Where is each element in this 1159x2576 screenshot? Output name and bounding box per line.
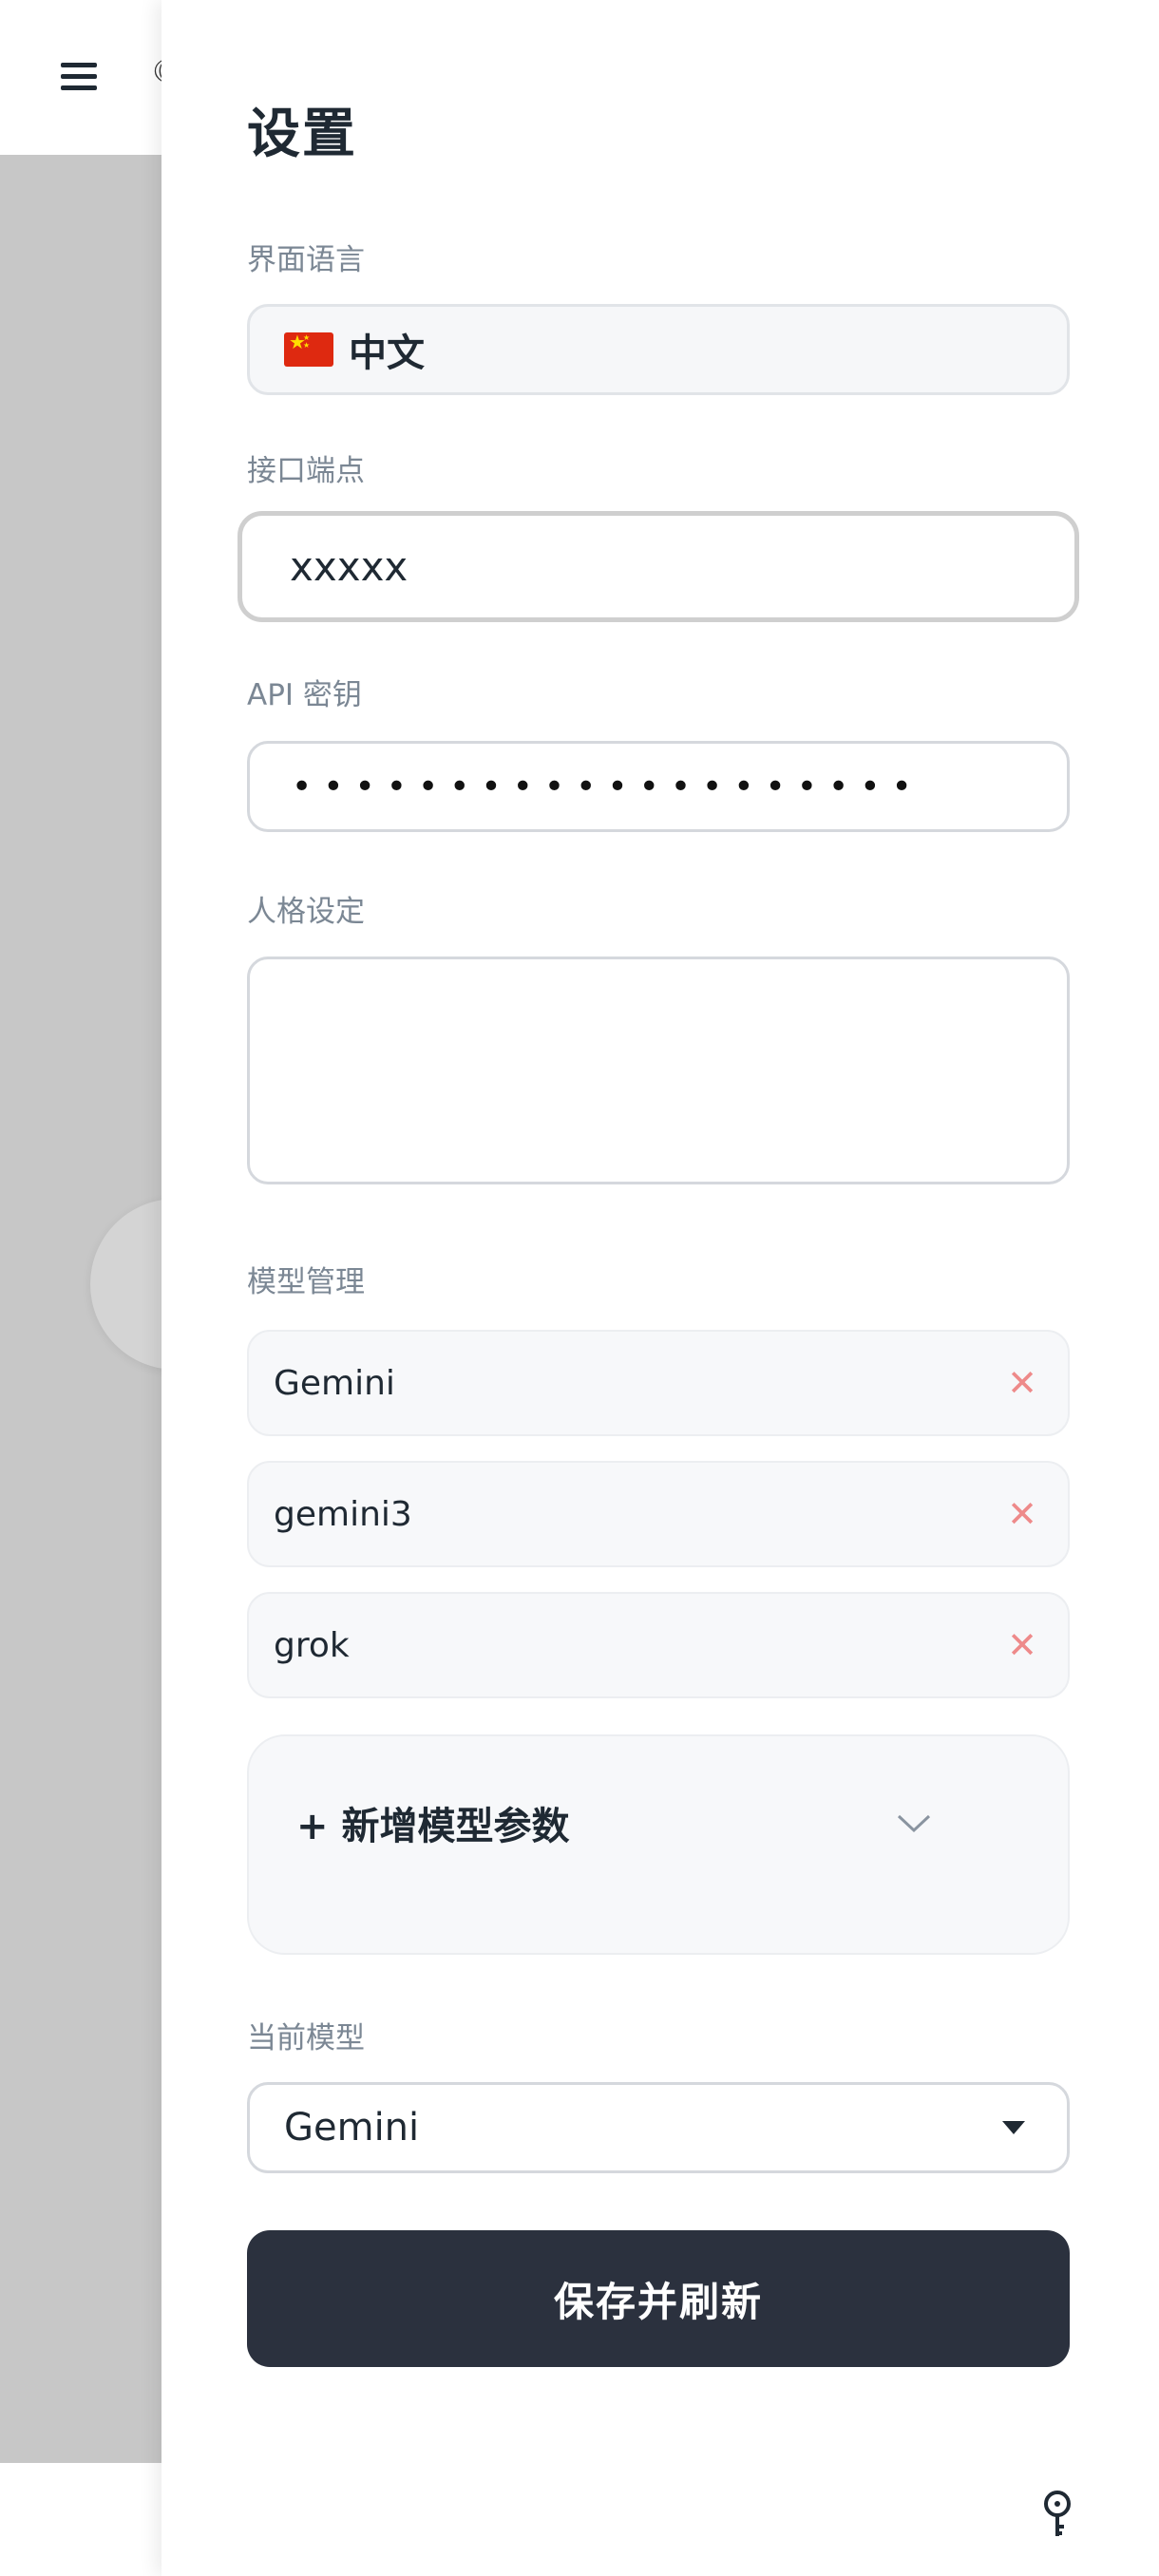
add-model-params-panel[interactable]: + 新增模型参数 bbox=[247, 1734, 1070, 1955]
model-name: Gemini bbox=[274, 1363, 395, 1403]
settings-drawer: 设置 界面语言 中文 接口端点 xxxxx API 密钥 •••••••••••… bbox=[162, 0, 1159, 2576]
current-model-select[interactable]: Gemini bbox=[247, 2082, 1070, 2173]
language-value: 中文 bbox=[349, 331, 425, 375]
chevron-down-icon bbox=[897, 1814, 931, 1833]
endpoint-input[interactable]: xxxxx bbox=[238, 511, 1079, 622]
key-icon[interactable] bbox=[1037, 2489, 1077, 2542]
model-name: grok bbox=[274, 1625, 350, 1665]
api-key-masked-value: •••••••••••••••••••• bbox=[292, 767, 923, 806]
model-item-gemini3: gemini3 ✕ bbox=[247, 1461, 1070, 1567]
persona-label: 人格设定 bbox=[247, 895, 365, 929]
api-key-label: API 密钥 bbox=[247, 678, 362, 712]
current-model-value: Gemini bbox=[284, 2106, 420, 2150]
remove-icon[interactable]: ✕ bbox=[1007, 1624, 1037, 1666]
model-item-gemini: Gemini ✕ bbox=[247, 1330, 1070, 1436]
model-name: gemini3 bbox=[274, 1494, 412, 1534]
remove-icon[interactable]: ✕ bbox=[1007, 1362, 1037, 1404]
hamburger-menu-icon[interactable] bbox=[55, 53, 103, 101]
endpoint-value: xxxxx bbox=[290, 543, 408, 590]
cn-flag-icon bbox=[284, 331, 333, 367]
endpoint-label: 接口端点 bbox=[247, 454, 365, 488]
settings-title: 设置 bbox=[247, 104, 357, 165]
current-model-label: 当前模型 bbox=[247, 2021, 365, 2055]
models-label: 模型管理 bbox=[247, 1265, 365, 1299]
caret-down-icon bbox=[1002, 2121, 1025, 2134]
language-select[interactable]: 中文 bbox=[247, 304, 1070, 395]
api-key-input[interactable]: •••••••••••••••••••• bbox=[247, 741, 1070, 832]
language-label: 界面语言 bbox=[247, 243, 365, 277]
save-and-refresh-button[interactable]: 保存并刷新 bbox=[247, 2230, 1070, 2367]
remove-icon[interactable]: ✕ bbox=[1007, 1493, 1037, 1535]
app-bottom-area bbox=[0, 2463, 162, 2576]
add-model-params-label: + 新增模型参数 bbox=[296, 1805, 570, 1848]
persona-textarea[interactable] bbox=[247, 957, 1070, 1184]
model-item-grok: grok ✕ bbox=[247, 1592, 1070, 1698]
